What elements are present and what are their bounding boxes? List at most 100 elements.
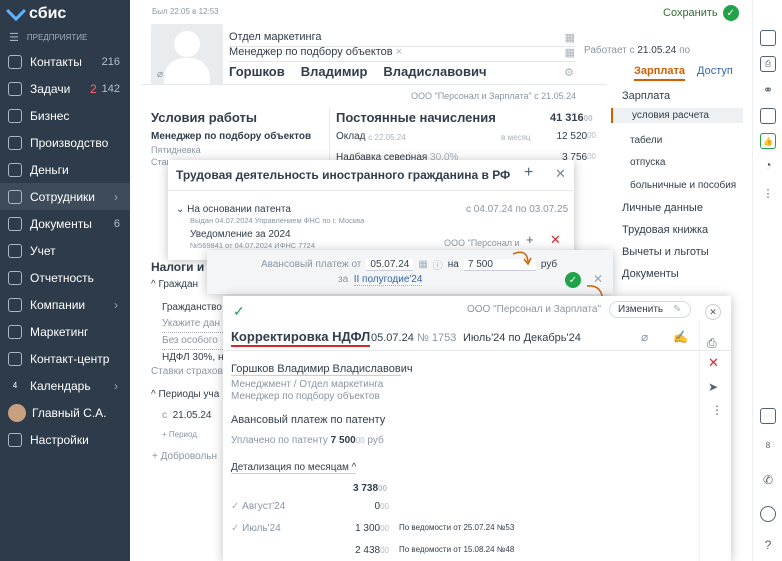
attach-icon[interactable]: ⌀ <box>641 330 648 344</box>
right-rail: ⎙ ⚭ 👍 ◔ ⋮ 8 ✆ ? <box>752 0 782 561</box>
right-nav-item[interactable]: Документы <box>622 268 679 280</box>
sidebar-item-7[interactable]: Учет <box>0 237 130 264</box>
notes-icon[interactable] <box>760 408 776 424</box>
department-field[interactable]: Отдел маркетинга ▦ <box>229 31 575 47</box>
confirm-icon[interactable]: ✓ <box>565 272 581 288</box>
info-icon[interactable]: ⓘ <box>433 257 443 272</box>
monthly-detail-toggle[interactable]: Детализация по месяцам ^ <box>231 462 357 474</box>
logo-icon <box>6 1 26 22</box>
done-check-icon[interactable]: ✓ <box>233 303 245 320</box>
conditions-position[interactable]: Менеджер по подбору объектов <box>151 131 311 142</box>
calendar-icon[interactable]: ▦ <box>418 259 427 270</box>
more-icon[interactable]: ⋮ <box>711 403 723 417</box>
doc-employee[interactable]: Горшков Владимир Владиславович <box>231 363 413 375</box>
detail-row[interactable]: ✓ Август'24 000 <box>231 501 691 512</box>
foreign-title: Трудовая деятельность иностранного гражд… <box>176 168 511 182</box>
doc-description[interactable]: Авансовый платеж по патенту <box>231 414 385 426</box>
notice-title[interactable]: Уведомление за 2024 <box>190 229 291 240</box>
right-nav-item[interactable]: отпуска <box>630 157 665 168</box>
like-icon[interactable]: 👍 <box>760 133 776 149</box>
sidebar-item-13[interactable]: Главный С.А. <box>0 399 130 426</box>
right-nav-item[interactable]: Личные данные <box>622 202 703 214</box>
enterprise-switch[interactable]: ☰ ПРЕДПРИЯТИЕ <box>9 31 87 44</box>
print-icon[interactable]: ⎙ <box>707 336 717 351</box>
sidebar-item-2[interactable]: Бизнес <box>0 102 130 129</box>
send-icon[interactable]: ➤ <box>708 380 718 394</box>
employee-name[interactable]: Горшков Владимир Владиславович <box>229 64 487 79</box>
doc-paid: Уплачено по патенту 7 50000 руб <box>231 435 384 446</box>
right-nav-item[interactable]: Трудовая книжка <box>622 224 708 236</box>
phone-icon[interactable]: ✆ <box>760 472 776 488</box>
sidebar-item-11[interactable]: Контакт-центр <box>0 345 130 372</box>
sidebar-item-3[interactable]: Производство <box>0 129 130 156</box>
employee-photo[interactable]: ⌀ <box>151 24 223 84</box>
nav-icon <box>8 54 22 69</box>
delete-icon[interactable]: ✕ <box>708 355 719 371</box>
nav-icon <box>8 108 22 123</box>
history-icon[interactable] <box>760 108 776 124</box>
doc-title: Корректировка НДФЛ <box>231 329 371 347</box>
sidebar: сбис ☰ ПРЕДПРИЯТИЕ Контакты 216 Задачи 2 142 Б… <box>0 0 130 561</box>
insurance-rates[interactable]: Ставки страхов <box>151 366 223 377</box>
last-seen: Был 22.05 в 12:53 <box>152 7 219 16</box>
periods-section[interactable]: ^ Периоды уча <box>151 389 219 400</box>
menu-icon[interactable]: ☰ <box>9 31 19 44</box>
position-field[interactable]: Менеджер по подбору объектов × ▦ <box>229 46 575 62</box>
sidebar-item-5[interactable]: Сотрудники › <box>0 183 130 210</box>
delete-icon[interactable]: ✕ <box>550 232 561 248</box>
doc-position: Менеджер по подбору объектов <box>231 391 380 402</box>
right-nav-item[interactable]: условия расчета <box>611 108 743 123</box>
sidebar-item-6[interactable]: Документы 6 <box>0 210 130 237</box>
check-icon: ✓ <box>722 5 739 21</box>
edit-button[interactable]: Изменить ✎ <box>609 301 691 318</box>
clipboard-icon[interactable] <box>760 30 776 46</box>
calendar-icon[interactable]: ▦ <box>565 46 575 59</box>
right-nav-item[interactable]: Зарплата <box>622 90 670 102</box>
save-button[interactable]: Сохранить ✓ <box>663 5 739 21</box>
chat-icon[interactable] <box>760 506 776 522</box>
add-period-button[interactable]: + Период <box>162 430 197 439</box>
settings-icon[interactable]: ⚙ <box>564 66 574 79</box>
tab-access[interactable]: Доступ <box>697 65 733 77</box>
doc-period[interactable]: Июль'24 по Декабрь'24 <box>463 332 581 344</box>
right-nav-item[interactable]: табели <box>630 135 662 146</box>
patent-basis[interactable]: ⌄ На основании патента <box>176 204 291 215</box>
avatar <box>8 403 26 422</box>
rss-icon[interactable]: ◔ <box>760 157 776 173</box>
detail-row[interactable]: ✓ Июль'24 1 30000 По ведомости от 25.07.24… <box>231 523 691 534</box>
doc-date[interactable]: 05.07.24 <box>371 332 414 344</box>
remove-icon[interactable]: × <box>393 46 402 58</box>
tab-salary[interactable]: Зарплата <box>634 65 685 81</box>
right-nav-item[interactable]: Вычеты и льготы <box>622 246 709 258</box>
nav-icon <box>8 189 22 204</box>
calendar-day-icon[interactable]: 8 <box>760 438 776 454</box>
sidebar-item-10[interactable]: Маркетинг <box>0 318 130 345</box>
sidebar-item-12[interactable]: 4 Календарь › <box>0 372 130 399</box>
right-nav-item[interactable]: больничные и пособия <box>630 180 736 191</box>
calendar-icon[interactable]: ▦ <box>565 31 575 44</box>
link-icon[interactable]: ⚭ <box>760 82 776 98</box>
period-from[interactable]: с 21.05.24 <box>162 410 212 421</box>
add-icon[interactable]: + <box>524 164 533 182</box>
sidebar-item-14[interactable]: Настройки <box>0 426 130 453</box>
print-icon[interactable]: ⎙ <box>760 56 776 72</box>
sidebar-item-8[interactable]: Отчетность <box>0 264 130 291</box>
citizen-section[interactable]: ^ Граждан <box>151 279 198 290</box>
accrual-row[interactable]: Оклад с 22.05.24 в месяц 12 520 00 <box>336 131 596 142</box>
accruals-total: 41 31600 <box>550 112 593 124</box>
advance-date-field[interactable]: 05.07.24 <box>366 258 414 271</box>
sidebar-item-9[interactable]: Компании › <box>0 291 130 318</box>
sign-icon[interactable]: ✍ <box>673 330 688 344</box>
close-icon[interactable]: ✕ <box>555 166 566 182</box>
tax-lines: Гражданство Укажите дан Без особого НДФЛ… <box>162 302 224 363</box>
sidebar-item-1[interactable]: Задачи 2 142 <box>0 75 130 102</box>
sbis-logo[interactable]: сбис <box>6 1 66 23</box>
sidebar-item-0[interactable]: Контакты 216 <box>0 48 130 75</box>
sidebar-item-4[interactable]: Деньги <box>0 156 130 183</box>
help-icon[interactable]: ? <box>760 537 776 553</box>
doc-number[interactable]: № 1753 <box>417 332 456 344</box>
attach-icon[interactable]: ⌀ <box>157 69 163 80</box>
close-icon[interactable]: ✕ <box>705 304 721 320</box>
add-voluntary-button[interactable]: + Добровольн <box>152 451 217 462</box>
more-icon[interactable]: ⋮ <box>760 185 776 201</box>
